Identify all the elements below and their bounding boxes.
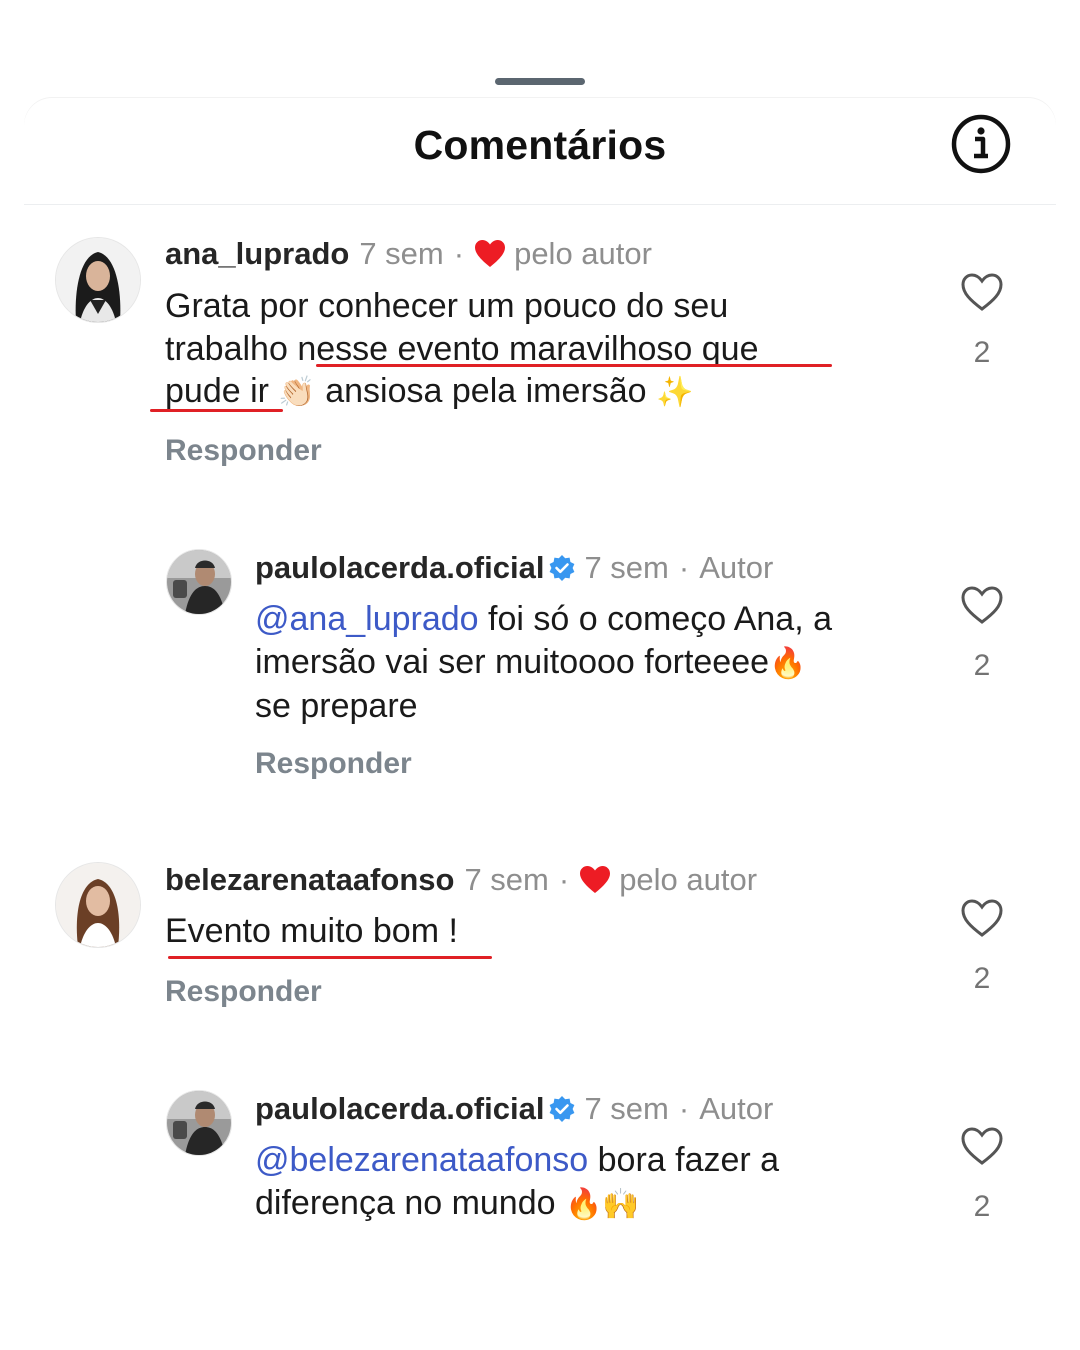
comment-time: 7 sem	[464, 862, 549, 897]
author-tag: Autor	[699, 1091, 774, 1126]
highlight-underline	[150, 409, 283, 412]
separator: ·	[453, 236, 465, 271]
comment-meta: paulolacerda.oficial 7 sem · Autor	[255, 550, 773, 586]
separator: ·	[678, 1091, 690, 1126]
author-tag: Autor	[699, 550, 774, 585]
clapping-hands-emoji: 👏🏻	[278, 375, 316, 410]
avatar[interactable]	[55, 862, 141, 948]
comment-segment: foi só o começo Ana, a	[478, 600, 833, 638]
comments-header: Comentários	[24, 98, 1056, 205]
fire-raised-hands-emoji: 🔥🙌	[565, 1186, 640, 1222]
sheet-drag-handle[interactable]	[495, 78, 585, 85]
mention-link[interactable]: @ana_luprado	[255, 600, 479, 638]
like-count: 2	[973, 649, 991, 682]
heart-outline-icon[interactable]	[960, 272, 1004, 312]
verified-badge-icon	[550, 1096, 575, 1122]
like-count: 2	[973, 962, 991, 995]
comment-line: diferença no mundo 🔥🙌	[255, 1182, 935, 1227]
liked-by-author-label: pelo autor	[514, 236, 652, 271]
comments-sheet: Comentários ana_luprado 7 sem · pelo aut…	[0, 0, 1080, 1350]
avatar-photo	[167, 550, 231, 614]
highlight-underline	[316, 364, 832, 367]
heart-outline-icon[interactable]	[960, 898, 1004, 938]
comment-text: Evento muito bom !	[165, 912, 458, 950]
avatar[interactable]	[166, 1090, 232, 1156]
username[interactable]: paulolacerda.oficial	[255, 550, 544, 586]
verified-badge-icon	[550, 555, 575, 581]
comment-segment: ansiosa pela imersão	[325, 372, 647, 410]
reply-button[interactable]: Responder	[165, 434, 322, 468]
avatar-photo	[56, 238, 140, 322]
liked-by-author-label: pelo autor	[619, 862, 758, 897]
comment-text: @ana_luprado foi só o começo Ana, a imer…	[255, 598, 935, 728]
separator: ·	[558, 862, 570, 897]
avatar-photo	[56, 863, 140, 947]
username[interactable]: belezarenataafonso	[165, 862, 454, 898]
comment-time: 7 sem	[584, 1091, 669, 1126]
liked-by-author-heart-icon	[475, 240, 506, 267]
comment-time: 7 sem	[584, 550, 669, 585]
fire-emoji: 🔥	[769, 645, 807, 681]
comment-meta: belezarenataafonso 7 sem · pelo autor	[165, 862, 757, 898]
comment-meta: ana_luprado 7 sem · pelo autor	[165, 236, 652, 272]
comment-text: @belezarenataafonso bora fazer a diferen…	[255, 1139, 935, 1226]
avatar[interactable]	[166, 549, 232, 615]
comment-segment: bora fazer a	[588, 1141, 780, 1179]
comment-line: pude ir 👏🏻 ansiosa pela imersão ✨	[165, 370, 925, 415]
separator: ·	[678, 550, 690, 585]
heart-outline-icon[interactable]	[960, 1126, 1004, 1166]
comment-segment: trabalho	[165, 329, 298, 368]
mention-link[interactable]: @belezarenataafonso	[255, 1141, 588, 1179]
comment-segment: nesse evento maravilhoso que	[297, 329, 759, 368]
comment-line: imersão vai ser muitoooo forteeee🔥	[255, 641, 935, 686]
username[interactable]: ana_luprado	[165, 236, 349, 272]
comment-segment: imersão vai ser muitoooo forteeee	[255, 642, 770, 681]
like-count: 2	[973, 336, 991, 369]
comment-line: Grata por conhecer um pouco do seu	[165, 287, 729, 325]
comment-segment: diferença no mundo	[255, 1183, 556, 1222]
avatar-photo	[167, 1091, 231, 1155]
comment-line: @ana_luprado foi só o começo Ana, a	[255, 598, 935, 641]
liked-by-author-heart-icon	[580, 866, 611, 893]
heart-outline-icon[interactable]	[960, 585, 1004, 625]
page-title: Comentários	[413, 122, 667, 168]
reply-button[interactable]: Responder	[255, 747, 412, 781]
avatar[interactable]	[55, 237, 141, 323]
reply-button[interactable]: Responder	[165, 975, 322, 1009]
info-icon[interactable]	[951, 114, 1011, 174]
comment-line: se prepare	[255, 687, 418, 725]
sparkles-emoji: ✨	[655, 375, 694, 410]
comment-segment: pude ir	[165, 372, 269, 410]
comment-meta: paulolacerda.oficial 7 sem · Autor	[255, 1091, 773, 1127]
comment-line: @belezarenataafonso bora fazer a	[255, 1139, 935, 1182]
comment-text: Grata por conhecer um pouco do seu traba…	[165, 285, 925, 415]
username[interactable]: paulolacerda.oficial	[255, 1091, 544, 1127]
comment-time: 7 sem	[359, 236, 444, 271]
highlight-underline	[168, 956, 492, 959]
like-count: 2	[973, 1190, 991, 1223]
